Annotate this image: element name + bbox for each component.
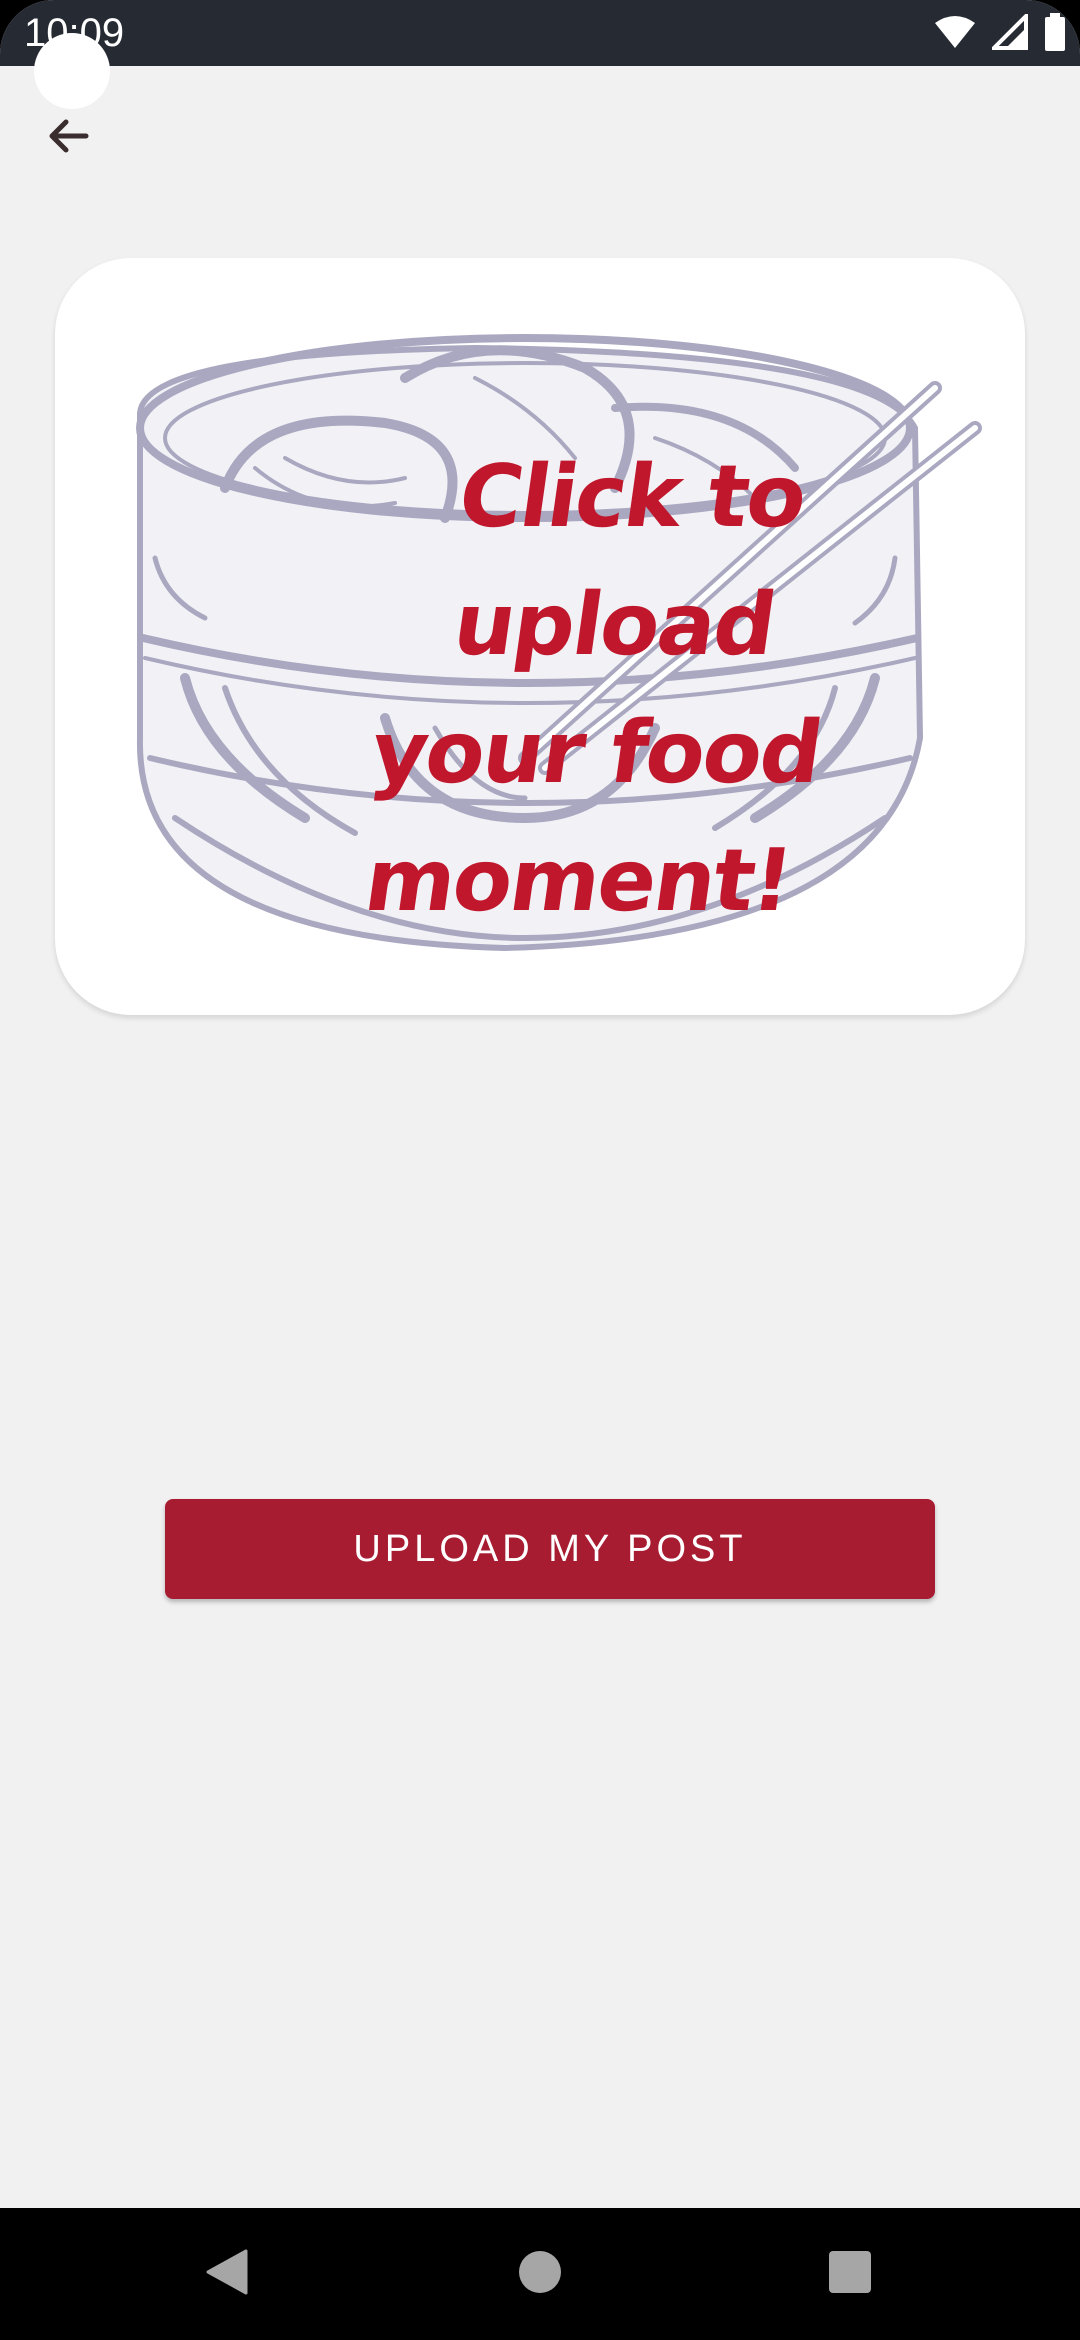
nav-back-button[interactable] [196, 2244, 256, 2304]
nav-recents-button[interactable] [820, 2244, 880, 2304]
upload-prompt-line: moment! [358, 831, 798, 931]
app-screen: 10:09 [0, 0, 1080, 2340]
upload-prompt-line: Click to [452, 447, 812, 547]
back-triangle-icon [204, 2249, 248, 2300]
camera-cutout [34, 33, 110, 109]
upload-image-card[interactable]: Click to upload your food moment! [55, 258, 1025, 1015]
arrow-left-icon [46, 118, 90, 159]
recents-square-icon [828, 2250, 872, 2299]
upload-prompt-line: your food [365, 703, 827, 803]
wifi-icon [934, 15, 976, 54]
upload-prompt: Click to upload your food moment! [289, 433, 921, 945]
navigation-bar [0, 2208, 1080, 2340]
upload-prompt-line: upload [447, 575, 781, 675]
upload-post-button[interactable]: UPLOAD MY POST [165, 1499, 935, 1599]
status-icons [934, 10, 1066, 56]
status-bar: 10:09 [0, 0, 1080, 66]
nav-home-button[interactable] [510, 2244, 570, 2304]
home-circle-icon [518, 2250, 562, 2299]
cellular-signal-icon [989, 10, 1028, 55]
back-button[interactable] [30, 100, 106, 176]
battery-icon [1044, 12, 1066, 56]
